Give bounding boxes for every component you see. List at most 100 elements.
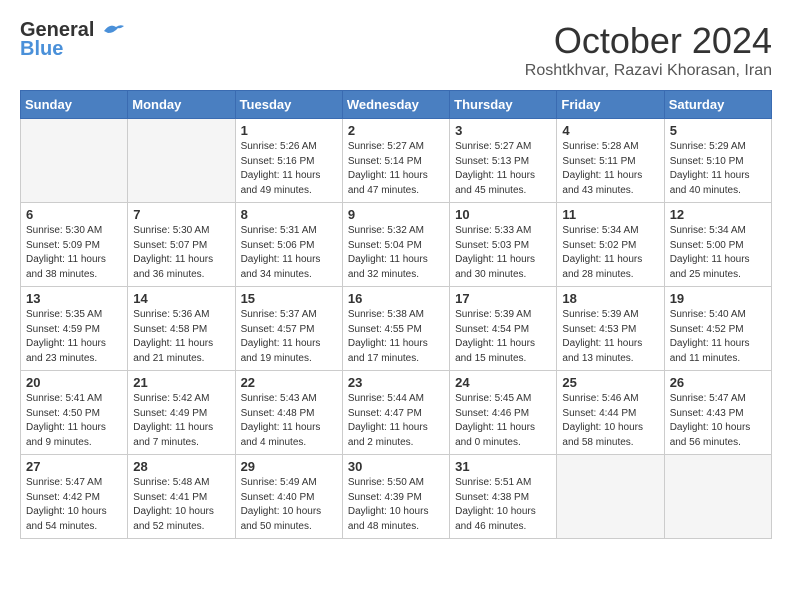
- logo: General Blue: [20, 20, 124, 61]
- calendar-cell: 5 Sunrise: 5:29 AM Sunset: 5:10 PM Dayli…: [664, 119, 771, 203]
- day-number: 18: [562, 291, 658, 306]
- calendar-cell: 28 Sunrise: 5:48 AM Sunset: 4:41 PM Dayl…: [128, 455, 235, 539]
- day-number: 7: [133, 207, 229, 222]
- day-number: 29: [241, 459, 337, 474]
- day-info: Sunrise: 5:42 AM Sunset: 4:49 PM Dayligh…: [133, 392, 229, 450]
- day-number: 10: [455, 207, 551, 222]
- day-info: Sunrise: 5:27 AM Sunset: 5:14 PM Dayligh…: [348, 140, 444, 198]
- day-info: Sunrise: 5:34 AM Sunset: 5:00 PM Dayligh…: [670, 224, 766, 282]
- calendar-cell: 21 Sunrise: 5:42 AM Sunset: 4:49 PM Dayl…: [128, 371, 235, 455]
- day-number: 1: [241, 123, 337, 138]
- day-number: 5: [670, 123, 766, 138]
- title-block: October 2024 Roshtkhvar, Razavi Khorasan…: [525, 20, 772, 80]
- calendar-cell: 9 Sunrise: 5:32 AM Sunset: 5:04 PM Dayli…: [342, 203, 449, 287]
- day-info: Sunrise: 5:40 AM Sunset: 4:52 PM Dayligh…: [670, 308, 766, 366]
- calendar-cell: 19 Sunrise: 5:40 AM Sunset: 4:52 PM Dayl…: [664, 287, 771, 371]
- day-number: 31: [455, 459, 551, 474]
- day-info: Sunrise: 5:47 AM Sunset: 4:42 PM Dayligh…: [26, 476, 122, 534]
- day-info: Sunrise: 5:45 AM Sunset: 4:46 PM Dayligh…: [455, 392, 551, 450]
- day-number: 25: [562, 375, 658, 390]
- day-info: Sunrise: 5:47 AM Sunset: 4:43 PM Dayligh…: [670, 392, 766, 450]
- calendar-cell: 8 Sunrise: 5:31 AM Sunset: 5:06 PM Dayli…: [235, 203, 342, 287]
- calendar-cell: 13 Sunrise: 5:35 AM Sunset: 4:59 PM Dayl…: [21, 287, 128, 371]
- day-info: Sunrise: 5:29 AM Sunset: 5:10 PM Dayligh…: [670, 140, 766, 198]
- day-info: Sunrise: 5:37 AM Sunset: 4:57 PM Dayligh…: [241, 308, 337, 366]
- weekday-header-wednesday: Wednesday: [342, 91, 449, 119]
- day-number: 27: [26, 459, 122, 474]
- day-number: 4: [562, 123, 658, 138]
- day-number: 17: [455, 291, 551, 306]
- page-header: General Blue October 2024 Roshtkhvar, Ra…: [20, 20, 772, 80]
- day-info: Sunrise: 5:31 AM Sunset: 5:06 PM Dayligh…: [241, 224, 337, 282]
- day-number: 20: [26, 375, 122, 390]
- day-number: 15: [241, 291, 337, 306]
- logo-bird-icon: [102, 23, 124, 39]
- calendar-cell: 12 Sunrise: 5:34 AM Sunset: 5:00 PM Dayl…: [664, 203, 771, 287]
- day-info: Sunrise: 5:26 AM Sunset: 5:16 PM Dayligh…: [241, 140, 337, 198]
- weekday-header-thursday: Thursday: [450, 91, 557, 119]
- day-info: Sunrise: 5:50 AM Sunset: 4:39 PM Dayligh…: [348, 476, 444, 534]
- calendar-cell: 31 Sunrise: 5:51 AM Sunset: 4:38 PM Dayl…: [450, 455, 557, 539]
- day-info: Sunrise: 5:35 AM Sunset: 4:59 PM Dayligh…: [26, 308, 122, 366]
- calendar-cell: 1 Sunrise: 5:26 AM Sunset: 5:16 PM Dayli…: [235, 119, 342, 203]
- day-info: Sunrise: 5:30 AM Sunset: 5:07 PM Dayligh…: [133, 224, 229, 282]
- day-number: 3: [455, 123, 551, 138]
- calendar-cell: 24 Sunrise: 5:45 AM Sunset: 4:46 PM Dayl…: [450, 371, 557, 455]
- calendar-cell: 23 Sunrise: 5:44 AM Sunset: 4:47 PM Dayl…: [342, 371, 449, 455]
- calendar-cell: [557, 455, 664, 539]
- weekday-header-saturday: Saturday: [664, 91, 771, 119]
- day-number: 6: [26, 207, 122, 222]
- calendar-cell: 30 Sunrise: 5:50 AM Sunset: 4:39 PM Dayl…: [342, 455, 449, 539]
- calendar-cell: 16 Sunrise: 5:38 AM Sunset: 4:55 PM Dayl…: [342, 287, 449, 371]
- day-info: Sunrise: 5:51 AM Sunset: 4:38 PM Dayligh…: [455, 476, 551, 534]
- day-number: 22: [241, 375, 337, 390]
- calendar-cell: 10 Sunrise: 5:33 AM Sunset: 5:03 PM Dayl…: [450, 203, 557, 287]
- day-number: 30: [348, 459, 444, 474]
- weekday-header-friday: Friday: [557, 91, 664, 119]
- day-info: Sunrise: 5:39 AM Sunset: 4:54 PM Dayligh…: [455, 308, 551, 366]
- calendar-cell: 26 Sunrise: 5:47 AM Sunset: 4:43 PM Dayl…: [664, 371, 771, 455]
- day-number: 2: [348, 123, 444, 138]
- logo-blue: Blue: [20, 38, 63, 61]
- calendar-cell: 15 Sunrise: 5:37 AM Sunset: 4:57 PM Dayl…: [235, 287, 342, 371]
- month-title: October 2024: [525, 20, 772, 62]
- day-number: 8: [241, 207, 337, 222]
- day-number: 24: [455, 375, 551, 390]
- location-title: Roshtkhvar, Razavi Khorasan, Iran: [525, 62, 772, 80]
- day-info: Sunrise: 5:46 AM Sunset: 4:44 PM Dayligh…: [562, 392, 658, 450]
- calendar-cell: 20 Sunrise: 5:41 AM Sunset: 4:50 PM Dayl…: [21, 371, 128, 455]
- day-info: Sunrise: 5:32 AM Sunset: 5:04 PM Dayligh…: [348, 224, 444, 282]
- day-number: 21: [133, 375, 229, 390]
- day-number: 16: [348, 291, 444, 306]
- weekday-header-sunday: Sunday: [21, 91, 128, 119]
- day-info: Sunrise: 5:41 AM Sunset: 4:50 PM Dayligh…: [26, 392, 122, 450]
- calendar-cell: 7 Sunrise: 5:30 AM Sunset: 5:07 PM Dayli…: [128, 203, 235, 287]
- day-info: Sunrise: 5:33 AM Sunset: 5:03 PM Dayligh…: [455, 224, 551, 282]
- day-info: Sunrise: 5:39 AM Sunset: 4:53 PM Dayligh…: [562, 308, 658, 366]
- day-info: Sunrise: 5:43 AM Sunset: 4:48 PM Dayligh…: [241, 392, 337, 450]
- calendar-cell: 25 Sunrise: 5:46 AM Sunset: 4:44 PM Dayl…: [557, 371, 664, 455]
- calendar-table: SundayMondayTuesdayWednesdayThursdayFrid…: [20, 90, 772, 539]
- day-number: 11: [562, 207, 658, 222]
- calendar-cell: 27 Sunrise: 5:47 AM Sunset: 4:42 PM Dayl…: [21, 455, 128, 539]
- day-number: 28: [133, 459, 229, 474]
- weekday-header-monday: Monday: [128, 91, 235, 119]
- day-info: Sunrise: 5:36 AM Sunset: 4:58 PM Dayligh…: [133, 308, 229, 366]
- day-info: Sunrise: 5:44 AM Sunset: 4:47 PM Dayligh…: [348, 392, 444, 450]
- calendar-cell: 4 Sunrise: 5:28 AM Sunset: 5:11 PM Dayli…: [557, 119, 664, 203]
- calendar-cell: 18 Sunrise: 5:39 AM Sunset: 4:53 PM Dayl…: [557, 287, 664, 371]
- day-number: 14: [133, 291, 229, 306]
- day-info: Sunrise: 5:48 AM Sunset: 4:41 PM Dayligh…: [133, 476, 229, 534]
- calendar-cell: 14 Sunrise: 5:36 AM Sunset: 4:58 PM Dayl…: [128, 287, 235, 371]
- day-info: Sunrise: 5:28 AM Sunset: 5:11 PM Dayligh…: [562, 140, 658, 198]
- calendar-cell: 6 Sunrise: 5:30 AM Sunset: 5:09 PM Dayli…: [21, 203, 128, 287]
- calendar-cell: 2 Sunrise: 5:27 AM Sunset: 5:14 PM Dayli…: [342, 119, 449, 203]
- day-info: Sunrise: 5:38 AM Sunset: 4:55 PM Dayligh…: [348, 308, 444, 366]
- day-info: Sunrise: 5:30 AM Sunset: 5:09 PM Dayligh…: [26, 224, 122, 282]
- weekday-header-tuesday: Tuesday: [235, 91, 342, 119]
- day-info: Sunrise: 5:27 AM Sunset: 5:13 PM Dayligh…: [455, 140, 551, 198]
- calendar-cell: [21, 119, 128, 203]
- day-info: Sunrise: 5:49 AM Sunset: 4:40 PM Dayligh…: [241, 476, 337, 534]
- calendar-cell: 3 Sunrise: 5:27 AM Sunset: 5:13 PM Dayli…: [450, 119, 557, 203]
- day-number: 23: [348, 375, 444, 390]
